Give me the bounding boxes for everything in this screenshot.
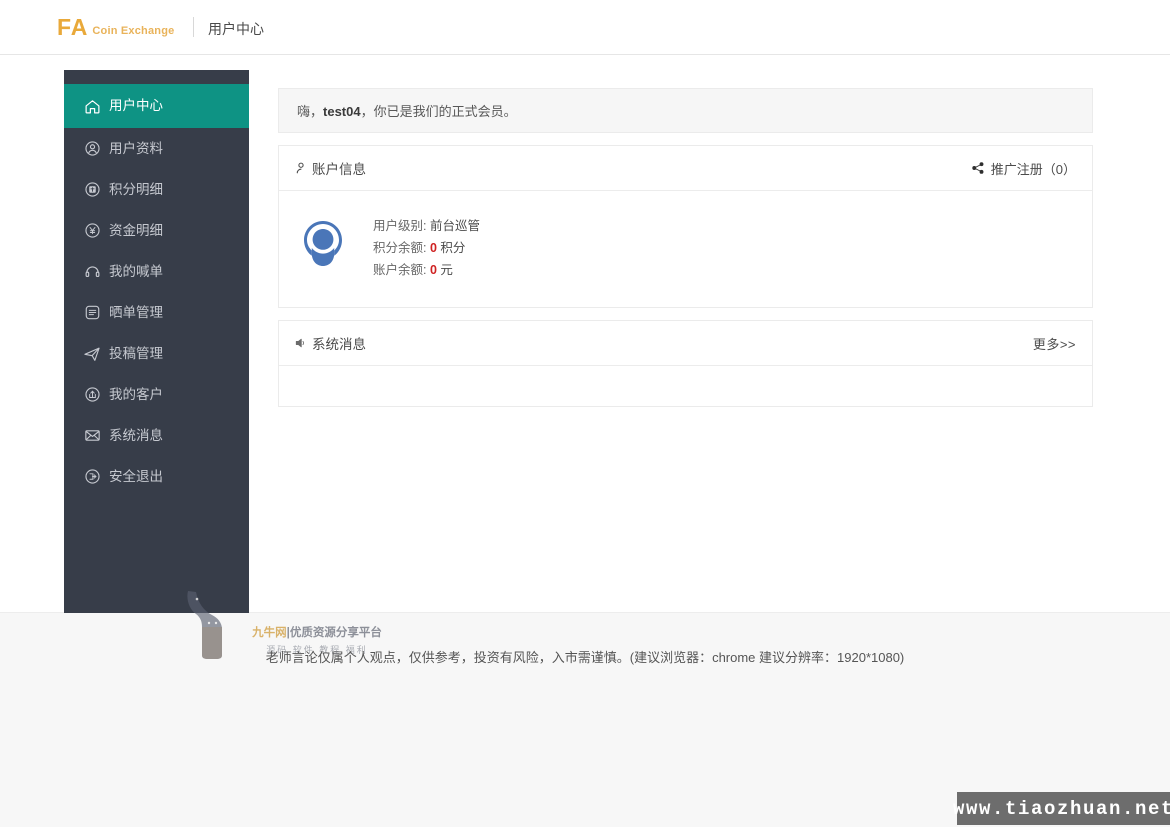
sidebar-item-label: 资金明细 xyxy=(109,222,163,238)
promo-register-label: 推广注册（0） xyxy=(990,161,1076,177)
yen-circle-icon xyxy=(83,222,101,240)
sidebar-item-submission[interactable]: 投稿管理 xyxy=(64,333,249,374)
home-icon xyxy=(83,97,101,115)
sidebar-item-user-profile[interactable]: 用户资料 xyxy=(64,128,249,169)
sidebar-item-my-calls[interactable]: 我的喊单 xyxy=(64,251,249,292)
brand-logo-sub: Coin Exchange xyxy=(92,25,175,37)
sidebar-item-label: 安全退出 xyxy=(109,468,163,484)
sidebar-item-my-customers[interactable]: 我的客户 xyxy=(64,374,249,415)
brand-divider xyxy=(193,17,194,37)
account-summary-row: 用户级别: 前台巡管 积分余额: 0 积分 账户余额: 0 元 xyxy=(279,213,1092,281)
points-balance-label: 积分余额: xyxy=(373,241,427,255)
list-square-icon xyxy=(83,304,101,322)
account-card-body: 用户级别: 前台巡管 积分余额: 0 积分 账户余额: 0 元 xyxy=(279,191,1092,307)
sidebar-item-label: 用户中心 xyxy=(109,98,163,114)
account-balance-line: 账户余额: 0 元 xyxy=(373,259,480,281)
sidebar-item-funds-detail[interactable]: 资金明细 xyxy=(64,210,249,251)
sidebar-item-label: 我的客户 xyxy=(109,386,163,402)
paper-plane-icon xyxy=(83,345,101,363)
system-message-title: 系统消息 xyxy=(312,337,366,352)
speaker-icon xyxy=(293,336,308,351)
system-message-card: 系统消息 更多>> xyxy=(278,320,1093,407)
sidebar: 用户中心 用户资料 积分明细 资金明细 我的喊单 晒单管理 投稿管理 我的客户 … xyxy=(64,70,249,613)
system-message-title-group: 系统消息 xyxy=(293,333,366,353)
footer-disclaimer: 老师言论仅属个人观点，仅供参考，投资有风险，入市需谨慎。(建议浏览器：chrom… xyxy=(265,650,905,665)
sidebar-item-points-detail[interactable]: 积分明细 xyxy=(64,169,249,210)
sidebar-item-logout[interactable]: 安全退出 xyxy=(64,456,249,497)
account-balance-label: 账户余额: xyxy=(373,263,427,277)
account-balance-unit: 元 xyxy=(440,263,453,277)
greeting-suffix: ，你已是我们的正式会员。 xyxy=(360,104,517,119)
points-balance-value: 0 xyxy=(429,241,437,255)
brand-logo-main: FA xyxy=(57,14,89,40)
page-title: 用户中心 xyxy=(208,21,264,37)
system-message-header: 系统消息 更多>> xyxy=(279,321,1092,366)
account-level-line: 用户级别: 前台巡管 xyxy=(373,215,480,237)
greeting-banner: 嗨，test04，你已是我们的正式会员。 xyxy=(278,88,1093,133)
brand-logo[interactable]: FA Coin Exchange xyxy=(57,16,174,39)
system-message-body xyxy=(279,366,1092,406)
share-circle-icon xyxy=(83,386,101,404)
points-balance-line: 积分余额: 0 积分 xyxy=(373,237,480,259)
footer: 老师言论仅属个人观点，仅供参考，投资有风险，入市需谨慎。(建议浏览器：chrom… xyxy=(0,614,1170,704)
points-balance-unit: 积分 xyxy=(440,241,466,255)
sidebar-item-system-messages[interactable]: 系统消息 xyxy=(64,415,249,456)
greeting-prefix: 嗨， xyxy=(297,104,324,119)
sidebar-top-strip xyxy=(64,70,249,84)
account-card-header: 账户信息 推广注册（0） xyxy=(279,146,1092,191)
megaphone-icon xyxy=(83,263,101,281)
system-message-more-link[interactable]: 更多>> xyxy=(1033,334,1076,353)
logout-circle-icon xyxy=(83,468,101,486)
account-info-card: 账户信息 推广注册（0） 用户级别: 前台巡管 积分余额: 0 积分 账户余额:… xyxy=(278,145,1093,308)
sidebar-item-label: 用户资料 xyxy=(109,140,163,156)
site-url-stamp: www.tiaozhuan.net xyxy=(953,792,1170,825)
main-content: 嗨，test04，你已是我们的正式会员。 账户信息 推广注册（0） 用户级别: … xyxy=(278,88,1093,407)
avatar xyxy=(304,221,342,266)
account-level-value: 前台巡管 xyxy=(429,219,480,233)
points-circle-icon xyxy=(83,181,101,199)
sidebar-menu: 用户中心 用户资料 积分明细 资金明细 我的喊单 晒单管理 投稿管理 我的客户 … xyxy=(64,84,249,497)
sidebar-item-label: 积分明细 xyxy=(109,181,163,197)
account-level-label: 用户级别: xyxy=(373,219,427,233)
account-card-title-group: 账户信息 xyxy=(293,158,366,178)
sidebar-item-label: 晒单管理 xyxy=(109,304,163,320)
page-shell: 用户中心 用户资料 积分明细 资金明细 我的喊单 晒单管理 投稿管理 我的客户 … xyxy=(0,55,1170,659)
top-bar: FA Coin Exchange 用户中心 xyxy=(0,0,1170,55)
share-icon xyxy=(971,161,986,176)
sidebar-item-label: 我的喊单 xyxy=(109,263,163,279)
promo-register-link[interactable]: 推广注册（0） xyxy=(971,159,1076,178)
greeting-username: test04 xyxy=(323,104,361,119)
account-balance-value: 0 xyxy=(429,263,437,277)
sidebar-item-order-share[interactable]: 晒单管理 xyxy=(64,292,249,333)
sidebar-item-user-center[interactable]: 用户中心 xyxy=(64,84,249,128)
user-circle-icon xyxy=(83,140,101,158)
account-card-title: 账户信息 xyxy=(312,162,366,177)
sidebar-item-label: 系统消息 xyxy=(109,427,163,443)
account-detail-lines: 用户级别: 前台巡管 积分余额: 0 积分 账户余额: 0 元 xyxy=(373,213,480,281)
person-icon xyxy=(293,161,308,176)
envelope-icon xyxy=(83,427,101,445)
sidebar-item-label: 投稿管理 xyxy=(109,345,163,361)
